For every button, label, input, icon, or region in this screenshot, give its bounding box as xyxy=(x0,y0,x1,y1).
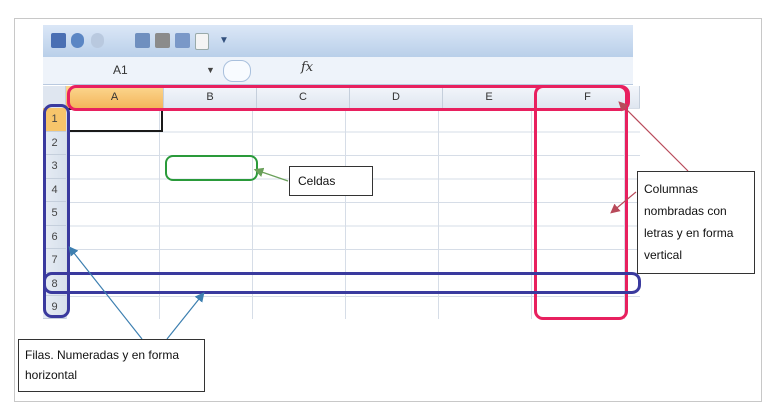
columnas-label: Columnas nombradas con letras y en forma… xyxy=(637,171,755,274)
arrow-to-column-f xyxy=(610,191,637,214)
arrow-to-column-header xyxy=(618,101,689,172)
arrow-to-cell xyxy=(253,167,289,182)
arrow-to-row-8 xyxy=(166,292,205,340)
celdas-label: Celdas xyxy=(289,166,373,196)
arrow-to-row-headers xyxy=(68,246,143,340)
filas-label: Filas. Numeradas y en forma horizontal xyxy=(18,339,205,392)
